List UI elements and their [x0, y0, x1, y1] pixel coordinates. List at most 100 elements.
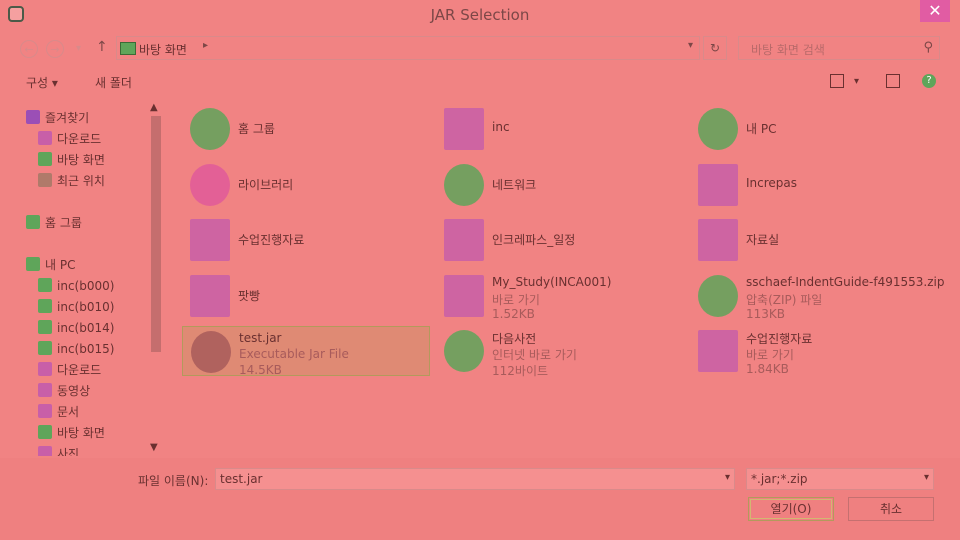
file-item[interactable]: Increpas [690, 160, 938, 210]
title-bar: JAR Selection ✕ [0, 0, 960, 30]
file-name: inc [492, 120, 510, 134]
folder-shortcut-icon [698, 330, 738, 372]
sidebar-item[interactable]: inc(b010) [38, 297, 114, 317]
up-button[interactable]: ↑ [96, 39, 108, 55]
sidebar-item-label: 내 PC [45, 258, 76, 272]
sidebar-item-label: 사진 [57, 447, 80, 456]
folder-icon [190, 274, 230, 317]
sidebar-item[interactable]: 최근 위치 [38, 171, 105, 191]
file-item[interactable]: My_Study(INCA001) 바로 가기 1.52KB [436, 271, 684, 321]
view-options-dropdown[interactable]: ▾ [854, 76, 859, 87]
file-name: 홈 그룹 [238, 122, 275, 136]
sidebar-item[interactable]: 다운로드 [38, 129, 101, 149]
file-item[interactable]: sschaef-IndentGuide-f491553.zip 압축(ZIP) 파… [690, 271, 944, 321]
cancel-button[interactable]: 취소 [848, 497, 934, 521]
homegroup-icon [26, 215, 40, 229]
forward-button[interactable]: → [46, 40, 64, 58]
filter-value: *.jar;*.zip [751, 472, 808, 486]
chevron-right-icon[interactable]: ▸ [203, 40, 208, 51]
sidebar-item[interactable]: inc(b014) [38, 318, 114, 338]
file-size: 1.52KB [492, 306, 535, 321]
refresh-button[interactable]: ↻ [703, 36, 727, 60]
file-item[interactable]: 자료실 [690, 215, 938, 265]
file-type: 인터넷 바로 가기 [492, 348, 577, 362]
sidebar-item[interactable]: 다운로드 [38, 360, 101, 380]
file-item[interactable]: 인크레파스_일정 [436, 215, 684, 265]
help-icon[interactable]: ? [922, 74, 936, 88]
sidebar-item[interactable]: 동영상 [38, 381, 90, 401]
file-item[interactable]: 라이브러리 [182, 160, 430, 210]
desktop-icon [38, 425, 52, 439]
sidebar-item[interactable]: 바탕 화면 [38, 423, 105, 443]
close-button[interactable]: ✕ [920, 0, 950, 22]
file-item[interactable]: 내 PC [690, 104, 938, 154]
file-item[interactable]: inc [436, 104, 684, 154]
sidebar-item[interactable]: 사진 [38, 444, 79, 456]
file-name: My_Study(INCA001) [492, 274, 612, 289]
file-size: 113KB [746, 306, 786, 321]
sidebar-item[interactable]: 즐겨찾기 [26, 108, 89, 128]
sidebar-item[interactable]: 내 PC [26, 255, 75, 275]
folder-shortcut-icon [444, 274, 484, 317]
search-input[interactable]: 바탕 화면 검색 ⚲ [738, 36, 940, 60]
sidebar-item-label: 동영상 [57, 384, 91, 398]
navigation-pane: 즐겨찾기 다운로드 바탕 화면 최근 위치 홈 그룹 내 PC inc(b000) inc(b… [18, 100, 166, 456]
pictures-folder-icon [38, 446, 52, 456]
file-size: 1.84KB [746, 362, 789, 376]
address-dropdown-icon[interactable]: ▾ [688, 40, 693, 51]
star-icon [26, 110, 40, 124]
search-icon[interactable]: ⚲ [923, 40, 933, 55]
network-drive-icon [38, 299, 52, 313]
open-button[interactable]: 열기(O) [748, 497, 834, 521]
organize-button[interactable]: 구성 ▾ [26, 74, 58, 91]
sidebar-item[interactable]: 문서 [38, 402, 79, 422]
folder-icon [698, 163, 738, 206]
back-button[interactable]: ← [20, 40, 38, 58]
navigation-scrollbar[interactable]: ▲ ▼ [148, 100, 164, 456]
sidebar-item[interactable]: 바탕 화면 [38, 150, 105, 170]
zip-icon [698, 274, 738, 317]
file-name: 수업진행자료 [238, 233, 305, 247]
file-item[interactable]: 다음사전 인터넷 바로 가기 112바이트 [436, 326, 684, 378]
new-folder-button[interactable]: 새 폴더 [95, 74, 132, 91]
java-icon [191, 331, 231, 373]
pc-icon [26, 257, 40, 271]
file-type: 압축(ZIP) 파일 [746, 292, 823, 307]
network-drive-icon [38, 341, 52, 355]
download-folder-icon [38, 362, 52, 376]
search-placeholder: 바탕 화면 검색 [751, 43, 825, 57]
sidebar-item[interactable]: inc(b015) [38, 339, 114, 359]
address-bar[interactable]: 바탕 화면 ▸ ▾ [116, 36, 700, 60]
scroll-thumb[interactable] [151, 116, 161, 352]
window-title: JAR Selection [430, 6, 530, 24]
filename-value: test.jar [220, 472, 263, 486]
file-name: 라이브러리 [238, 177, 294, 192]
file-item[interactable]: 홈 그룹 [182, 104, 430, 154]
scroll-up-icon[interactable]: ▲ [150, 102, 158, 113]
change-view-icon[interactable] [830, 74, 844, 88]
sidebar-item[interactable]: inc(b000) [38, 276, 114, 296]
recent-locations-dropdown[interactable]: ▾ [76, 43, 81, 54]
file-item[interactable]: 수업진행자료 [182, 215, 430, 265]
documents-folder-icon [38, 404, 52, 418]
sidebar-item-label: 문서 [57, 405, 80, 419]
file-name: 자료실 [746, 233, 780, 247]
file-type-filter[interactable]: *.jar;*.zip ▾ [746, 468, 934, 490]
filename-input[interactable]: test.jar ▾ [215, 468, 735, 490]
file-item[interactable]: 팟빵 [182, 271, 430, 321]
filename-dropdown-icon[interactable]: ▾ [725, 472, 730, 483]
scroll-down-icon[interactable]: ▼ [150, 442, 158, 453]
file-item[interactable]: 네트워크 [436, 160, 684, 210]
pc-icon [698, 108, 738, 150]
network-drive-icon [38, 278, 52, 292]
sidebar-item-label: inc(b015) [57, 342, 115, 356]
file-name: sschaef-IndentGuide-f491553.zip [746, 274, 945, 289]
filter-dropdown-icon[interactable]: ▾ [924, 472, 929, 483]
folder-icon [444, 219, 484, 261]
file-item[interactable]: 수업진행자료 바로 가기 1.84KB [690, 326, 938, 376]
file-name: Increpas [746, 175, 798, 190]
sidebar-item[interactable]: 홈 그룹 [26, 213, 82, 233]
desktop-icon [120, 42, 136, 55]
file-item[interactable]: test.jar Executable Jar File 14.5KB [182, 326, 430, 377]
preview-pane-icon[interactable] [886, 74, 900, 88]
